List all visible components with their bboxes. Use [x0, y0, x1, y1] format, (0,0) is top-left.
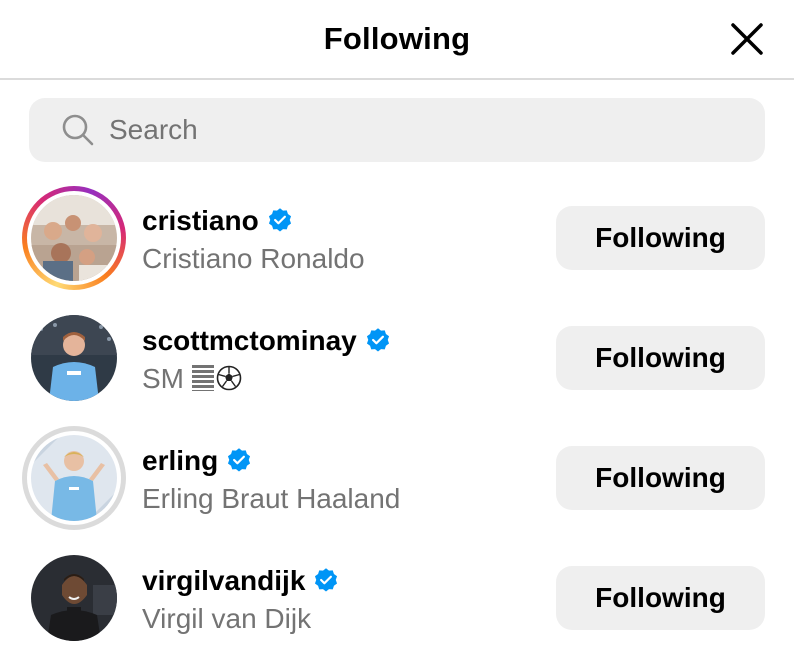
list-item: erling Erling Braut Haaland Following [0, 418, 794, 538]
full-name: Erling Braut Haaland [142, 483, 401, 514]
search-input[interactable] [109, 108, 739, 152]
soccer-ball-icon [216, 365, 242, 391]
following-button[interactable]: Following [556, 206, 765, 270]
avatar-frame[interactable] [22, 546, 126, 650]
story-ring[interactable] [22, 186, 126, 290]
verified-badge-icon [315, 568, 338, 592]
verified-badge-icon [228, 448, 251, 472]
verified-badge-icon [268, 208, 291, 232]
close-button[interactable] [728, 20, 766, 58]
modal-header: Following [0, 0, 794, 80]
following-button[interactable]: Following [556, 326, 765, 390]
menu-lines-icon [192, 365, 214, 391]
avatar-frame[interactable] [22, 306, 126, 410]
close-icon [731, 23, 763, 55]
username[interactable]: cristiano [142, 204, 293, 238]
list-item: virgilvandijk Virgil van Dijk Following [0, 538, 794, 658]
avatar[interactable] [31, 315, 117, 401]
full-name: SM [142, 362, 242, 396]
list-item: cristiano Cristiano Ronaldo Following [0, 178, 794, 298]
modal-title: Following [323, 21, 471, 56]
following-button[interactable]: Following [556, 446, 765, 510]
search-icon [62, 114, 94, 146]
avatar[interactable] [31, 555, 117, 641]
avatar-frame[interactable] [22, 426, 126, 530]
search-bar[interactable] [29, 98, 765, 162]
verified-badge-icon [366, 328, 389, 352]
avatar[interactable] [31, 195, 117, 281]
full-name: Virgil van Dijk [142, 603, 312, 634]
username[interactable]: virgilvandijk [142, 564, 339, 598]
following-button[interactable]: Following [556, 566, 765, 630]
list-item: scottmctominay SM Following [0, 298, 794, 418]
username[interactable]: scottmctominay [142, 324, 391, 358]
avatar[interactable] [31, 435, 117, 521]
full-name: Cristiano Ronaldo [142, 243, 365, 274]
username[interactable]: erling [142, 444, 252, 478]
